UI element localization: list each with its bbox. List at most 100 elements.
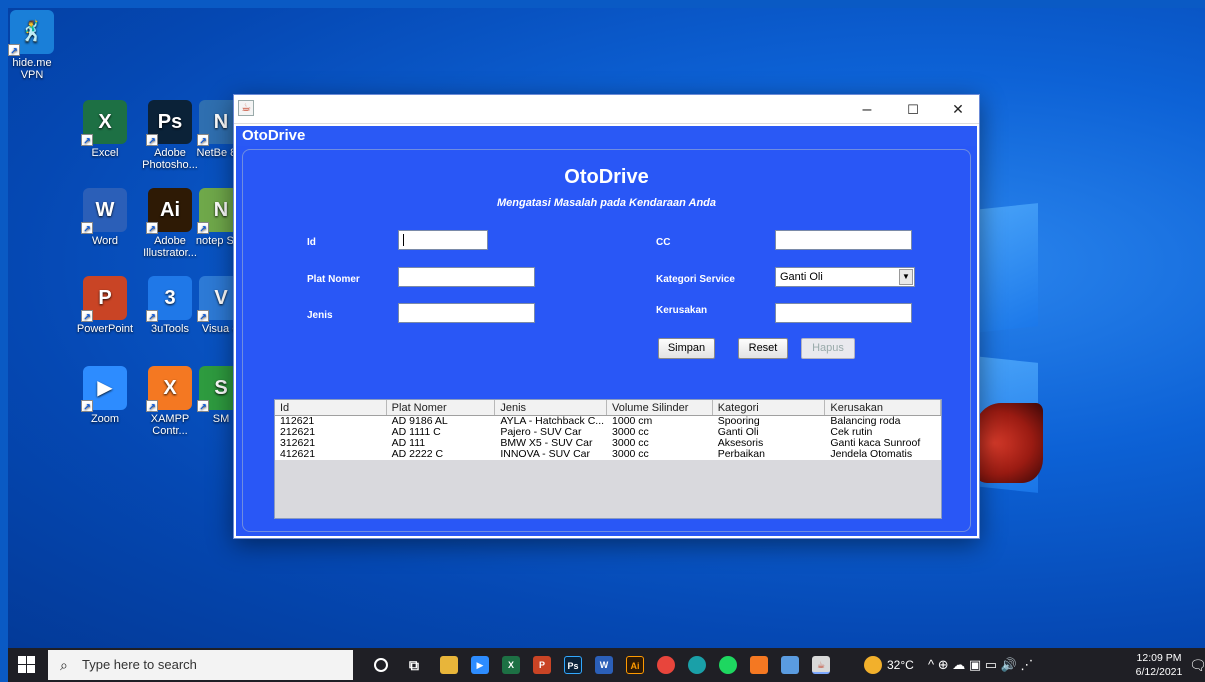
clock[interactable]: 12:09 PM 6/12/2021 — [1134, 651, 1184, 679]
column-header-jenis[interactable]: Jenis — [495, 400, 608, 415]
desktop-icon-label: PowerPoint — [76, 323, 134, 335]
column-header-kerusakan[interactable]: Kerusakan — [825, 400, 942, 415]
kategori-service-label: Kategori Service — [656, 274, 735, 285]
close-button[interactable]: ✕ — [935, 95, 981, 124]
column-header-volume-silinder[interactable]: Volume Silinder — [607, 400, 713, 415]
chevron-down-icon[interactable]: ▼ — [899, 269, 913, 285]
kerusakan-field[interactable] — [775, 303, 912, 323]
task-view-icon[interactable]: ⧉ — [405, 656, 423, 674]
xampp-icon[interactable] — [750, 656, 768, 674]
shortcut-arrow-icon: ↗ — [81, 134, 93, 146]
table-cell: Jendela Otomatis — [830, 449, 913, 460]
shortcut-arrow-icon: ↗ — [146, 134, 158, 146]
table-cell: Aksesoris — [717, 438, 764, 449]
reset-button[interactable]: Reset — [738, 338, 788, 359]
desktop-icon-label: Excel — [91, 147, 119, 159]
app-icon: X ↗ — [81, 100, 127, 146]
table-row[interactable]: 112621 AD 9186 AL AYLA - Hatchback C... 100… — [275, 416, 941, 427]
windows-start-icon[interactable] — [18, 656, 36, 674]
table-header: Id Plat Nomer Jenis Volume Silinder Kate… — [275, 400, 942, 416]
desktop-icon[interactable]: W ↗ Word — [70, 188, 140, 247]
table-cell: 212621 — [280, 427, 316, 438]
taskbar-search-box[interactable]: ⌕ Type here to search — [48, 650, 353, 680]
weather-temperature[interactable]: 32°C — [887, 648, 914, 682]
app-icon: P ↗ — [81, 276, 127, 322]
shortcut-arrow-icon: ↗ — [81, 222, 93, 234]
shortcut-arrow-icon: ↗ — [197, 310, 209, 322]
search-icon: ⌕ — [60, 657, 68, 673]
app-subtitle: Mengatasi Masalah pada Kendaraan Anda — [496, 197, 717, 209]
table-cell: Ganti kaca Sunroof — [830, 438, 921, 449]
notification-icon[interactable]: 🗨 — [1189, 648, 1205, 682]
table-row[interactable]: 412621 AD 2222 C INNOVA - SUV Car 3000 cc Pe… — [275, 449, 941, 460]
table-row[interactable]: 312621 AD 111 BMW X5 - SUV Car 3000 cc Akses… — [275, 438, 941, 449]
desktop-icon[interactable]: ▶ ↗ Zoom — [70, 366, 140, 425]
table-cell: BMW X5 - SUV Car — [500, 438, 593, 449]
frame-title: OtoDrive — [236, 126, 977, 146]
kategori-service-value: Ganti Oli — [780, 271, 823, 283]
desktop-icon[interactable]: P ↗ PowerPoint — [70, 276, 140, 335]
hapus-button[interactable]: Hapus — [801, 338, 855, 359]
shortcut-arrow-icon: ↗ — [146, 310, 158, 322]
table-cell: 3000 cc — [612, 438, 649, 449]
tray-icons[interactable]: ^ ⊕ ☁ ▣ ▭ 🔊 ⋰ — [928, 648, 1033, 682]
app-title: OtoDrive — [564, 166, 649, 188]
column-header-kategori[interactable]: Kategori — [713, 400, 826, 415]
table-cell: Cek rutin — [830, 427, 873, 438]
shortcut-arrow-icon: ↗ — [197, 222, 209, 234]
zoom-icon[interactable]: ▶ — [471, 656, 489, 674]
id-field[interactable] — [398, 230, 488, 250]
taskbar: ⌕ Type here to search ⧉ ▶ X P Ps W Ai ☕ … — [8, 648, 1205, 682]
table-cell: AD 111 — [391, 438, 426, 449]
weather-icon[interactable] — [864, 656, 882, 674]
table-cell: Perbaikan — [717, 449, 765, 460]
table-cell: Balancing roda — [830, 416, 901, 427]
desktop-icon[interactable]: 🕺 ↗ hide.me VPN — [2, 10, 62, 81]
shortcut-arrow-icon: ↗ — [81, 310, 93, 322]
table-cell: AD 9186 AL — [391, 416, 448, 427]
photoshop-icon[interactable]: Ps — [564, 656, 582, 674]
spotify-icon[interactable] — [719, 656, 737, 674]
maximize-button[interactable]: ☐ — [890, 95, 936, 124]
illustrator-icon[interactable]: Ai — [626, 656, 644, 674]
id-label: Id — [307, 237, 316, 248]
app-icon: W ↗ — [81, 188, 127, 234]
desktop-icon[interactable]: X ↗ Excel — [70, 100, 140, 159]
column-header-id[interactable]: Id — [275, 400, 387, 415]
app-cube-icon[interactable] — [781, 656, 799, 674]
jenis-field[interactable] — [398, 303, 535, 323]
app-icon: 🕺 ↗ — [8, 10, 54, 56]
service-table[interactable]: Id Plat Nomer Jenis Volume Silinder Kate… — [274, 399, 942, 519]
app-icon: ▶ ↗ — [81, 366, 127, 412]
kerusakan-label: Kerusakan — [656, 305, 708, 316]
simpan-button[interactable]: Simpan — [658, 338, 715, 359]
word-icon[interactable]: W — [595, 656, 613, 674]
kategori-service-select[interactable]: Ganti Oli ▼ — [775, 267, 915, 287]
cc-field[interactable] — [775, 230, 912, 250]
table-cell: Spooring — [717, 416, 760, 427]
shortcut-arrow-icon: ↗ — [197, 134, 209, 146]
desktop-icon-label: hide.me VPN — [12, 57, 52, 81]
java-taskbar-icon[interactable]: ☕ — [812, 656, 830, 674]
table-cell: 3000 cc — [612, 427, 649, 438]
shortcut-arrow-icon: ↗ — [197, 400, 209, 412]
plat-nomer-label: Plat Nomer — [307, 274, 360, 285]
clock-time: 12:09 PM — [1136, 652, 1182, 664]
otodrive-window: ☕ – ☐ ✕ OtoDrive OtoDrive Mengatasi Masa… — [233, 94, 980, 539]
plat-nomer-field[interactable] — [398, 267, 535, 287]
window-titlebar[interactable]: ☕ – ☐ ✕ — [234, 95, 979, 124]
table-cell: 3000 cc — [612, 449, 649, 460]
excel-icon[interactable]: X — [502, 656, 520, 674]
shortcut-arrow-icon: ↗ — [146, 222, 158, 234]
edge-icon[interactable] — [688, 656, 706, 674]
table-row[interactable]: 212621 AD 1111 C Pajero - SUV Car 3000 cc Ga… — [275, 427, 941, 438]
column-header-plat-nomer[interactable]: Plat Nomer — [387, 400, 496, 415]
table-cell: AYLA - Hatchback C... — [500, 416, 605, 427]
cortana-icon[interactable] — [374, 658, 388, 672]
file-explorer-icon[interactable] — [440, 656, 458, 674]
powerpoint-icon[interactable]: P — [533, 656, 551, 674]
chrome-icon[interactable] — [657, 656, 675, 674]
table-cell: INNOVA - SUV Car — [500, 449, 590, 460]
minimize-button[interactable]: – — [844, 95, 890, 124]
table-cell: 1000 cm — [612, 416, 653, 427]
